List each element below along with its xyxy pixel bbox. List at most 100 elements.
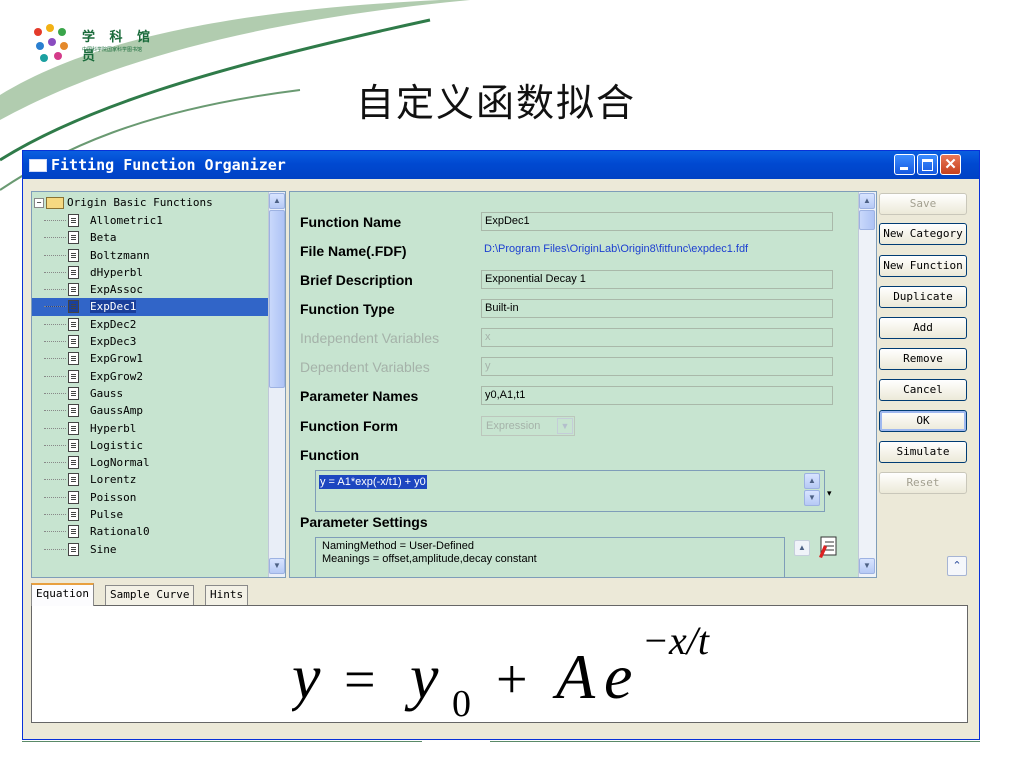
cancel-button[interactable]: Cancel bbox=[879, 379, 967, 401]
equation-plus: + bbox=[496, 649, 528, 711]
folder-open-icon bbox=[46, 197, 64, 209]
close-button[interactable]: ✕ bbox=[940, 154, 961, 175]
collapse-icon[interactable]: − bbox=[34, 198, 44, 208]
brief-description-field[interactable]: Exponential Decay 1 bbox=[481, 270, 833, 289]
new-function-button[interactable]: New Function bbox=[879, 255, 967, 277]
dependent-variables-field: y bbox=[481, 357, 833, 376]
function-text: y = A1*exp(-x/t1) + y0 bbox=[319, 475, 427, 489]
divider bbox=[22, 741, 422, 742]
panel-scrollbar[interactable]: ▲ ▼ bbox=[858, 192, 876, 577]
chevron-down-icon: ▼ bbox=[557, 418, 573, 434]
tree-item-label: dHyperbl bbox=[90, 265, 143, 279]
new-category-button[interactable]: New Category bbox=[879, 223, 967, 245]
tree-item-label: Hyperbl bbox=[90, 421, 137, 435]
tree-item-list: Allometric1 Beta Boltzmann dHyperbl ExpA… bbox=[32, 212, 268, 558]
tree-item[interactable]: ExpDec3 bbox=[32, 333, 268, 350]
parameter-names-label: Parameter Names bbox=[300, 388, 419, 404]
tree-root-origin-basic-functions[interactable]: − Origin Basic Functions bbox=[34, 196, 213, 209]
minimize-button[interactable] bbox=[894, 154, 915, 175]
scroll-down-icon[interactable]: ▼ bbox=[804, 490, 820, 506]
tree-item[interactable]: Hyperbl bbox=[32, 420, 268, 437]
tree-item[interactable]: LogNormal bbox=[32, 454, 268, 471]
tree-item[interactable]: Lorentz bbox=[32, 471, 268, 488]
tree-item[interactable]: ExpDec2 bbox=[32, 316, 268, 333]
scroll-up-icon[interactable]: ▲ bbox=[269, 193, 285, 209]
independent-variables-field: x bbox=[481, 328, 833, 347]
equation-lhs: y bbox=[292, 641, 321, 712]
reset-button[interactable]: Reset bbox=[879, 472, 967, 494]
tree-item-label: Lorentz bbox=[90, 473, 137, 487]
tree-item[interactable]: Sine bbox=[32, 541, 268, 558]
duplicate-button[interactable]: Duplicate bbox=[879, 286, 967, 308]
document-icon bbox=[68, 525, 79, 539]
window-title: Fitting Function Organizer bbox=[51, 156, 286, 174]
tree-item[interactable]: Gauss bbox=[32, 385, 268, 402]
parameter-settings-textbox[interactable]: NamingMethod = User-Defined Meanings = o… bbox=[315, 537, 810, 577]
scroll-thumb[interactable] bbox=[269, 210, 285, 388]
scroll-thumb[interactable] bbox=[859, 210, 875, 230]
scroll-down-icon[interactable]: ▼ bbox=[859, 558, 875, 574]
tree-item[interactable]: ExpAssoc bbox=[32, 281, 268, 298]
save-button[interactable]: Save bbox=[879, 193, 967, 215]
remove-button[interactable]: Remove bbox=[879, 348, 967, 370]
document-icon bbox=[68, 248, 79, 262]
tree-item-label: Poisson bbox=[90, 490, 137, 504]
add-button[interactable]: Add bbox=[879, 317, 967, 339]
chevron-up-icon[interactable]: ⌃ bbox=[947, 556, 967, 576]
tree-root-label: Origin Basic Functions bbox=[67, 196, 213, 209]
scroll-down-icon[interactable]: ▼ bbox=[269, 558, 285, 574]
tree-item[interactable]: Pulse bbox=[32, 506, 268, 523]
tree-item[interactable]: dHyperbl bbox=[32, 264, 268, 281]
tab-hints[interactable]: Hints bbox=[205, 585, 249, 605]
tree-item[interactable]: Logistic bbox=[32, 437, 268, 454]
tree-item-label: Gauss bbox=[90, 386, 124, 400]
tree-item[interactable]: Beta bbox=[32, 229, 268, 246]
tree-item-label: Rational0 bbox=[90, 525, 150, 539]
tree-item-label: ExpDec1 bbox=[90, 300, 137, 314]
close-icon: ✕ bbox=[944, 156, 957, 173]
tree-item[interactable]: Rational0 bbox=[32, 523, 268, 540]
scroll-up-icon[interactable]: ▲ bbox=[804, 473, 820, 489]
document-icon bbox=[68, 352, 79, 366]
tree-item[interactable]: GaussAmp bbox=[32, 402, 268, 419]
document-icon bbox=[68, 421, 79, 435]
function-type-field[interactable]: Built-in bbox=[481, 299, 833, 318]
tree-item-label: Beta bbox=[90, 231, 117, 245]
tree-item-label: Logistic bbox=[90, 438, 143, 452]
window-icon bbox=[29, 159, 47, 172]
tab-sample-curve[interactable]: Sample Curve bbox=[105, 585, 195, 605]
library-logo: 学 科 馆 员 中国科学院国家科学图书馆 bbox=[30, 22, 180, 70]
scroll-up-icon[interactable]: ▲ bbox=[859, 193, 875, 209]
tree-item[interactable]: Allometric1 bbox=[32, 212, 268, 229]
tab-equation[interactable]: Equation bbox=[31, 583, 94, 606]
tree-item[interactable]: ExpGrow2 bbox=[32, 368, 268, 385]
ok-button[interactable]: OK bbox=[879, 410, 967, 432]
edit-parameters-icon[interactable] bbox=[818, 536, 838, 558]
tree-item-label: ExpAssoc bbox=[90, 283, 143, 297]
equation-exp-base: e bbox=[604, 641, 632, 712]
tree-item[interactable]: Poisson bbox=[32, 489, 268, 506]
parameter-names-field[interactable]: y0,A1,t1 bbox=[481, 386, 833, 405]
maximize-button[interactable] bbox=[917, 154, 938, 175]
tree-item-label: ExpGrow2 bbox=[90, 369, 143, 383]
tree-item[interactable]: Boltzmann bbox=[32, 247, 268, 264]
parameter-settings-line: Meanings = offset,amplitude,decay consta… bbox=[322, 553, 537, 565]
function-name-label: Function Name bbox=[300, 214, 402, 230]
document-icon bbox=[68, 542, 79, 556]
file-name-link[interactable]: D:\Program Files\OriginLab\Origin8\fitfu… bbox=[481, 241, 833, 260]
function-textbox[interactable]: y = A1*exp(-x/t1) + y0 ▲ ▼ bbox=[315, 470, 825, 512]
simulate-button[interactable]: Simulate bbox=[879, 441, 967, 463]
function-tree[interactable]: − Origin Basic Functions Allometric1 Beta… bbox=[31, 191, 286, 578]
slide-title: 自定义函数拟合 bbox=[356, 81, 637, 125]
function-form-select: Expression ▼ bbox=[481, 416, 575, 436]
function-name-field[interactable]: ExpDec1 bbox=[481, 212, 833, 231]
tree-item[interactable]: ExpGrow1 bbox=[32, 350, 268, 367]
tree-scrollbar[interactable]: ▲ ▼ bbox=[268, 192, 285, 577]
document-icon bbox=[68, 404, 79, 418]
expand-dropdown-icon[interactable]: ▾ bbox=[827, 488, 832, 499]
tree-item-label: LogNormal bbox=[90, 456, 150, 470]
tree-item-selected[interactable]: ExpDec1 bbox=[32, 298, 268, 316]
title-bar[interactable]: Fitting Function Organizer ✕ bbox=[23, 151, 979, 179]
scroll-up-icon[interactable]: ▲ bbox=[794, 540, 810, 556]
document-icon bbox=[68, 265, 79, 279]
